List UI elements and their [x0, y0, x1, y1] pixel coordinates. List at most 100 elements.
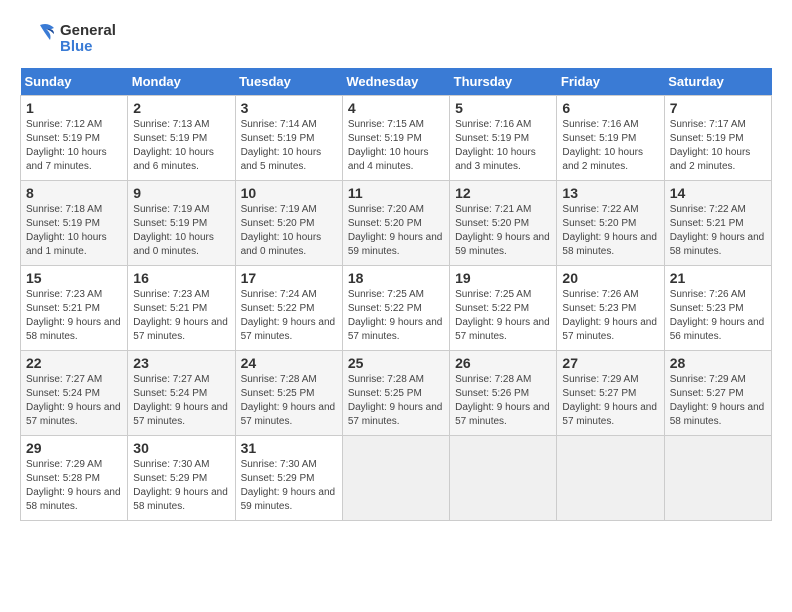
day-info: Sunrise: 7:29 AM Sunset: 5:27 PM Dayligh… [562, 373, 658, 429]
day-header-sunday: Sunday [21, 68, 128, 96]
day-info: Sunrise: 7:27 AM Sunset: 5:24 PM Dayligh… [26, 373, 122, 429]
calendar-cell: 28 Sunrise: 7:29 AM Sunset: 5:27 PM Dayli… [664, 351, 771, 436]
day-number: 25 [348, 355, 444, 371]
calendar-week-row: 1 Sunrise: 7:12 AM Sunset: 5:19 PM Daylig… [21, 96, 772, 181]
day-info: Sunrise: 7:23 AM Sunset: 5:21 PM Dayligh… [133, 288, 229, 344]
day-info: Sunrise: 7:22 AM Sunset: 5:20 PM Dayligh… [562, 203, 658, 259]
day-info: Sunrise: 7:17 AM Sunset: 5:19 PM Dayligh… [670, 118, 766, 174]
calendar-cell: 27 Sunrise: 7:29 AM Sunset: 5:27 PM Dayli… [557, 351, 664, 436]
calendar-cell: 1 Sunrise: 7:12 AM Sunset: 5:19 PM Daylig… [21, 96, 128, 181]
calendar-header-row: SundayMondayTuesdayWednesdayThursdayFrid… [21, 68, 772, 96]
calendar-cell: 30 Sunrise: 7:30 AM Sunset: 5:29 PM Dayli… [128, 436, 235, 521]
calendar-cell: 23Sunrise: 7:27 AM Sunset: 5:24 PM Dayli… [128, 351, 235, 436]
day-info: Sunrise: 7:21 AM Sunset: 5:20 PM Dayligh… [455, 203, 551, 259]
day-number: 22 [26, 355, 122, 371]
calendar-cell: 2Sunrise: 7:13 AM Sunset: 5:19 PM Daylig… [128, 96, 235, 181]
calendar-week-row: 22 Sunrise: 7:27 AM Sunset: 5:24 PM Dayli… [21, 351, 772, 436]
day-number: 26 [455, 355, 551, 371]
day-number: 16 [133, 270, 229, 286]
day-number: 6 [562, 100, 658, 116]
calendar-cell: 15 Sunrise: 7:23 AM Sunset: 5:21 PM Dayli… [21, 266, 128, 351]
day-info: Sunrise: 7:16 AM Sunset: 5:19 PM Dayligh… [455, 118, 551, 174]
calendar-cell: 6Sunrise: 7:16 AM Sunset: 5:19 PM Daylig… [557, 96, 664, 181]
calendar-week-row: 29Sunrise: 7:29 AM Sunset: 5:28 PM Dayli… [21, 436, 772, 521]
day-info: Sunrise: 7:25 AM Sunset: 5:22 PM Dayligh… [348, 288, 444, 344]
day-info: Sunrise: 7:28 AM Sunset: 5:26 PM Dayligh… [455, 373, 551, 429]
day-number: 3 [241, 100, 337, 116]
calendar-cell: 26 Sunrise: 7:28 AM Sunset: 5:26 PM Dayli… [450, 351, 557, 436]
day-info: Sunrise: 7:29 AM Sunset: 5:27 PM Dayligh… [670, 373, 766, 429]
day-header-wednesday: Wednesday [342, 68, 449, 96]
calendar-cell: 20Sunrise: 7:26 AM Sunset: 5:23 PM Dayli… [557, 266, 664, 351]
calendar-cell [342, 436, 449, 521]
day-number: 29 [26, 440, 122, 456]
day-header-tuesday: Tuesday [235, 68, 342, 96]
day-header-monday: Monday [128, 68, 235, 96]
logo-bird-icon [20, 20, 58, 58]
calendar-cell: 24Sunrise: 7:28 AM Sunset: 5:25 PM Dayli… [235, 351, 342, 436]
day-info: Sunrise: 7:28 AM Sunset: 5:25 PM Dayligh… [348, 373, 444, 429]
calendar-cell: 12 Sunrise: 7:21 AM Sunset: 5:20 PM Dayli… [450, 181, 557, 266]
day-number: 14 [670, 185, 766, 201]
calendar-cell: 29Sunrise: 7:29 AM Sunset: 5:28 PM Dayli… [21, 436, 128, 521]
calendar-cell: 19 Sunrise: 7:25 AM Sunset: 5:22 PM Dayli… [450, 266, 557, 351]
day-header-friday: Friday [557, 68, 664, 96]
calendar-cell: 5 Sunrise: 7:16 AM Sunset: 5:19 PM Daylig… [450, 96, 557, 181]
day-info: Sunrise: 7:23 AM Sunset: 5:21 PM Dayligh… [26, 288, 122, 344]
day-info: Sunrise: 7:28 AM Sunset: 5:25 PM Dayligh… [241, 373, 337, 429]
calendar-cell: 17 Sunrise: 7:24 AM Sunset: 5:22 PM Dayli… [235, 266, 342, 351]
day-number: 11 [348, 185, 444, 201]
calendar-cell [450, 436, 557, 521]
day-info: Sunrise: 7:30 AM Sunset: 5:29 PM Dayligh… [133, 458, 229, 514]
day-info: Sunrise: 7:12 AM Sunset: 5:19 PM Dayligh… [26, 118, 122, 174]
day-number: 5 [455, 100, 551, 116]
day-number: 10 [241, 185, 337, 201]
day-info: Sunrise: 7:22 AM Sunset: 5:21 PM Dayligh… [670, 203, 766, 259]
calendar-cell: 31 Sunrise: 7:30 AM Sunset: 5:29 PM Dayli… [235, 436, 342, 521]
logo-blue: Blue [60, 39, 116, 56]
calendar-cell: 14 Sunrise: 7:22 AM Sunset: 5:21 PM Dayli… [664, 181, 771, 266]
day-info: Sunrise: 7:30 AM Sunset: 5:29 PM Dayligh… [241, 458, 337, 514]
day-info: Sunrise: 7:19 AM Sunset: 5:20 PM Dayligh… [241, 203, 337, 259]
day-number: 8 [26, 185, 122, 201]
day-number: 1 [26, 100, 122, 116]
day-info: Sunrise: 7:19 AM Sunset: 5:19 PM Dayligh… [133, 203, 229, 259]
day-info: Sunrise: 7:15 AM Sunset: 5:19 PM Dayligh… [348, 118, 444, 174]
day-info: Sunrise: 7:25 AM Sunset: 5:22 PM Dayligh… [455, 288, 551, 344]
day-header-saturday: Saturday [664, 68, 771, 96]
day-info: Sunrise: 7:18 AM Sunset: 5:19 PM Dayligh… [26, 203, 122, 259]
calendar-cell: 25 Sunrise: 7:28 AM Sunset: 5:25 PM Dayli… [342, 351, 449, 436]
day-info: Sunrise: 7:13 AM Sunset: 5:19 PM Dayligh… [133, 118, 229, 174]
day-number: 28 [670, 355, 766, 371]
calendar-cell: 18Sunrise: 7:25 AM Sunset: 5:22 PM Dayli… [342, 266, 449, 351]
day-number: 4 [348, 100, 444, 116]
day-info: Sunrise: 7:20 AM Sunset: 5:20 PM Dayligh… [348, 203, 444, 259]
logo-text: General Blue [20, 20, 116, 58]
calendar-cell: 9Sunrise: 7:19 AM Sunset: 5:19 PM Daylig… [128, 181, 235, 266]
day-number: 20 [562, 270, 658, 286]
calendar-week-row: 15 Sunrise: 7:23 AM Sunset: 5:21 PM Dayli… [21, 266, 772, 351]
calendar-cell: 10 Sunrise: 7:19 AM Sunset: 5:20 PM Dayli… [235, 181, 342, 266]
calendar-cell: 4 Sunrise: 7:15 AM Sunset: 5:19 PM Daylig… [342, 96, 449, 181]
calendar-cell: 3 Sunrise: 7:14 AM Sunset: 5:19 PM Daylig… [235, 96, 342, 181]
day-number: 15 [26, 270, 122, 286]
calendar-cell: 8 Sunrise: 7:18 AM Sunset: 5:19 PM Daylig… [21, 181, 128, 266]
calendar-cell: 21Sunrise: 7:26 AM Sunset: 5:23 PM Dayli… [664, 266, 771, 351]
calendar-table: SundayMondayTuesdayWednesdayThursdayFrid… [20, 68, 772, 521]
day-info: Sunrise: 7:14 AM Sunset: 5:19 PM Dayligh… [241, 118, 337, 174]
day-number: 21 [670, 270, 766, 286]
calendar-cell [557, 436, 664, 521]
day-info: Sunrise: 7:24 AM Sunset: 5:22 PM Dayligh… [241, 288, 337, 344]
day-number: 19 [455, 270, 551, 286]
day-number: 27 [562, 355, 658, 371]
page-header: General Blue [20, 20, 772, 58]
logo-general: General [60, 23, 116, 40]
calendar-cell: 7Sunrise: 7:17 AM Sunset: 5:19 PM Daylig… [664, 96, 771, 181]
day-number: 12 [455, 185, 551, 201]
day-number: 30 [133, 440, 229, 456]
day-number: 17 [241, 270, 337, 286]
day-number: 31 [241, 440, 337, 456]
logo: General Blue [20, 20, 116, 58]
day-header-thursday: Thursday [450, 68, 557, 96]
day-info: Sunrise: 7:27 AM Sunset: 5:24 PM Dayligh… [133, 373, 229, 429]
